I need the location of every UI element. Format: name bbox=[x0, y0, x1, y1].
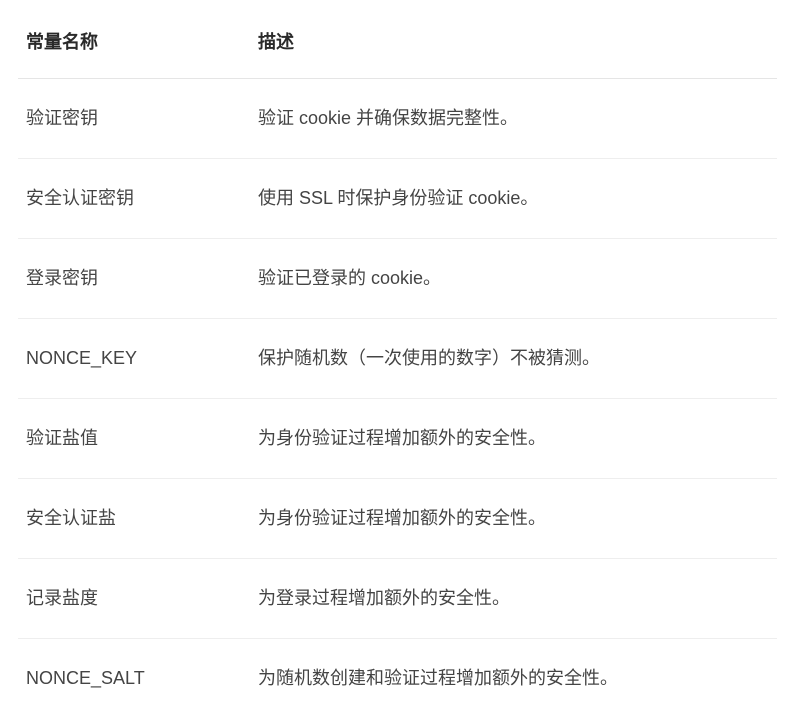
table-row: NONCE_SALT 为随机数创建和验证过程增加额外的安全性。 bbox=[18, 639, 777, 718]
cell-description: 为身份验证过程增加额外的安全性。 bbox=[250, 479, 777, 559]
table-row: 验证密钥 验证 cookie 并确保数据完整性。 bbox=[18, 79, 777, 159]
cell-name: 登录密钥 bbox=[18, 239, 250, 319]
table-row: 安全认证盐 为身份验证过程增加额外的安全性。 bbox=[18, 479, 777, 559]
table-row: 记录盐度 为登录过程增加额外的安全性。 bbox=[18, 559, 777, 639]
cell-name: 安全认证盐 bbox=[18, 479, 250, 559]
table-row: NONCE_KEY 保护随机数（一次使用的数字）不被猜测。 bbox=[18, 319, 777, 399]
cell-description: 验证已登录的 cookie。 bbox=[250, 239, 777, 319]
cell-name: NONCE_SALT bbox=[18, 639, 250, 718]
header-description: 描述 bbox=[250, 12, 777, 79]
table-row: 安全认证密钥 使用 SSL 时保护身份验证 cookie。 bbox=[18, 159, 777, 239]
cell-name: 记录盐度 bbox=[18, 559, 250, 639]
table-header-row: 常量名称 描述 bbox=[18, 12, 777, 79]
cell-description: 为登录过程增加额外的安全性。 bbox=[250, 559, 777, 639]
cell-name: 验证密钥 bbox=[18, 79, 250, 159]
cell-description: 保护随机数（一次使用的数字）不被猜测。 bbox=[250, 319, 777, 399]
cell-description: 为身份验证过程增加额外的安全性。 bbox=[250, 399, 777, 479]
cell-name: 验证盐值 bbox=[18, 399, 250, 479]
cell-name: NONCE_KEY bbox=[18, 319, 250, 399]
header-name: 常量名称 bbox=[18, 12, 250, 79]
cell-description: 为随机数创建和验证过程增加额外的安全性。 bbox=[250, 639, 777, 718]
constants-table: 常量名称 描述 验证密钥 验证 cookie 并确保数据完整性。 安全认证密钥 … bbox=[18, 12, 777, 718]
cell-description: 使用 SSL 时保护身份验证 cookie。 bbox=[250, 159, 777, 239]
table-row: 登录密钥 验证已登录的 cookie。 bbox=[18, 239, 777, 319]
table-row: 验证盐值 为身份验证过程增加额外的安全性。 bbox=[18, 399, 777, 479]
cell-description: 验证 cookie 并确保数据完整性。 bbox=[250, 79, 777, 159]
cell-name: 安全认证密钥 bbox=[18, 159, 250, 239]
